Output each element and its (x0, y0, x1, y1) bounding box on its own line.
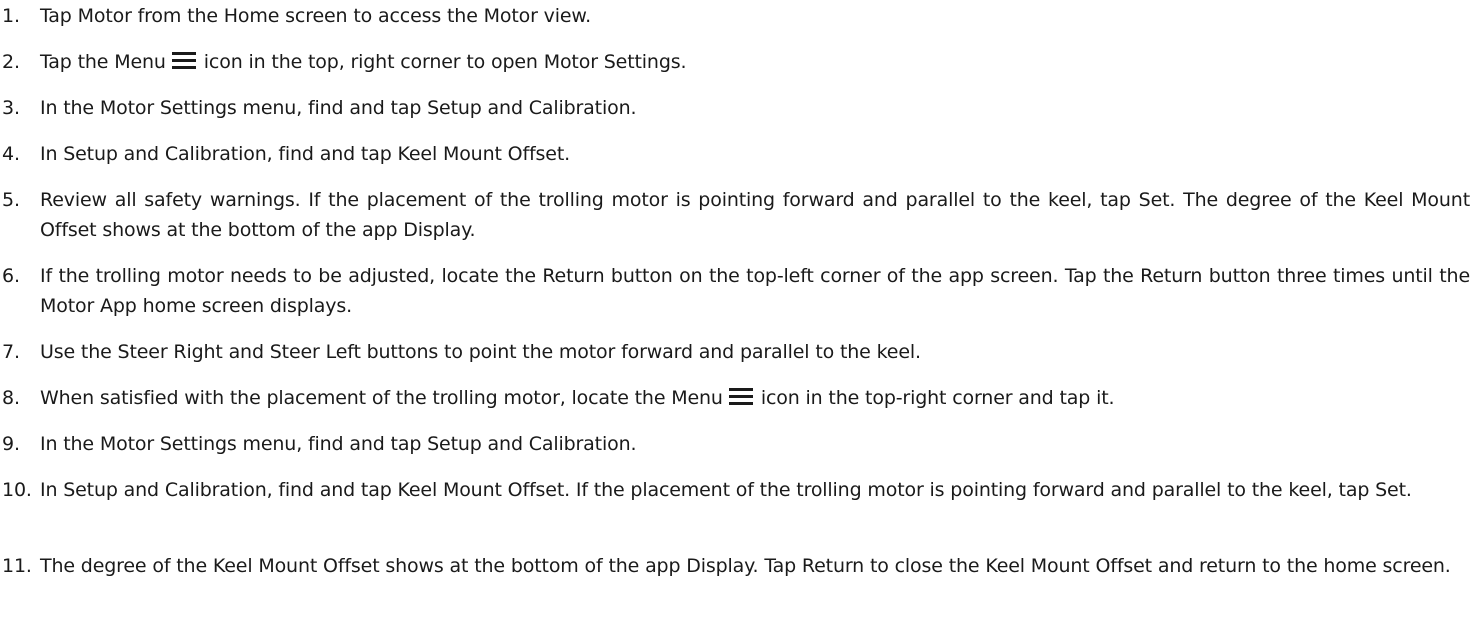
step-number: 11. (2, 555, 32, 577)
step-text: Use the Steer Right and Steer Left butto… (40, 341, 921, 363)
step-number: 1. (2, 5, 20, 27)
step-text: In Setup and Calibration, find and tap K… (40, 143, 571, 165)
step-number: 7. (2, 341, 20, 363)
step-text: Tap Motor from the Home screen to access… (40, 5, 591, 27)
step-text: In the Motor Settings menu, find and tap… (40, 433, 637, 455)
step-text: When satisfied with the placement of the… (40, 387, 1115, 409)
step-number: 10. (2, 479, 32, 501)
step-11: 11. The degree of the Keel Mount Offset … (0, 551, 1470, 581)
step-number: 5. (2, 189, 20, 211)
step-2: 2. Tap the Menu icon in the top, right co… (0, 47, 1470, 77)
step-6: 6. If the trolling motor needs to be adj… (0, 261, 1470, 321)
step-text: In Setup and Calibration, find and tap K… (40, 479, 1412, 501)
step-8: 8. When satisfied with the placement of … (0, 383, 1470, 413)
step-number: 9. (2, 433, 20, 455)
step-text: If the trolling motor needs to be adjust… (40, 265, 1470, 317)
step-4: 4. In Setup and Calibration, find and ta… (0, 139, 1470, 169)
step-number: 4. (2, 143, 20, 165)
step-9: 9. In the Motor Settings menu, find and … (0, 429, 1470, 459)
step-text: In the Motor Settings menu, find and tap… (40, 97, 637, 119)
step-number: 8. (2, 387, 20, 409)
step-text: The degree of the Keel Mount Offset show… (40, 555, 1451, 577)
menu-icon (171, 51, 196, 69)
step-text: Tap the Menu icon in the top, right corne… (40, 51, 687, 73)
step-text: Review all safety warnings. If the place… (40, 189, 1470, 241)
step-10: 10. In Setup and Calibration, find and t… (0, 475, 1470, 505)
step-3: 3. In the Motor Settings menu, find and … (0, 93, 1470, 123)
menu-icon (728, 387, 753, 405)
step-1: 1. Tap Motor from the Home screen to acc… (0, 1, 1470, 31)
step-7: 7. Use the Steer Right and Steer Left bu… (0, 337, 1470, 367)
step-number: 3. (2, 97, 20, 119)
step-number: 6. (2, 265, 20, 287)
step-number: 2. (2, 51, 20, 73)
step-5: 5. Review all safety warnings. If the pl… (0, 185, 1470, 245)
